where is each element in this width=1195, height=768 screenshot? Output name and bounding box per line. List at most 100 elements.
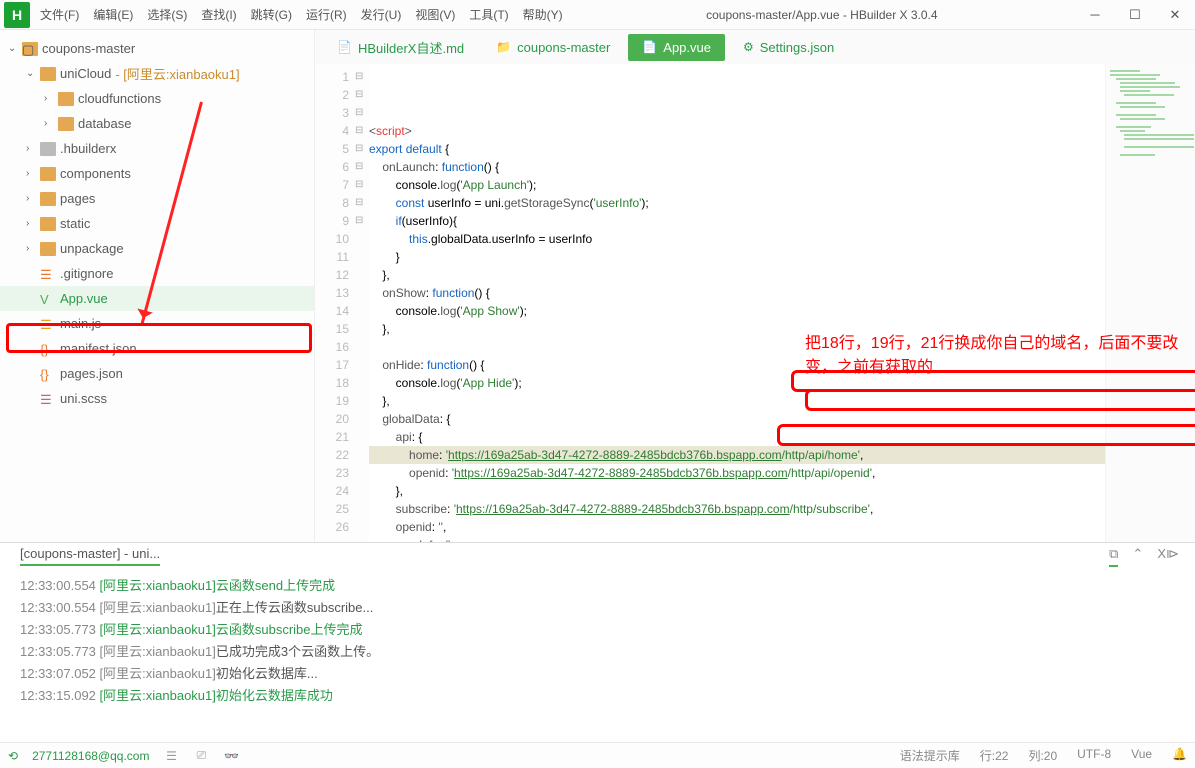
- menu-运行(R)[interactable]: 运行(R): [300, 2, 353, 27]
- tab-label: HBuilderX自述.md: [358, 38, 464, 57]
- tree-label: manifest.json: [60, 341, 137, 356]
- tree-uni.scss[interactable]: ☰ uni.scss: [0, 386, 314, 411]
- tree-pages.json[interactable]: {} pages.json: [0, 361, 314, 386]
- minimap[interactable]: [1105, 64, 1195, 542]
- tree-label: .gitignore: [60, 266, 113, 281]
- cursor-col: 列:20: [1028, 747, 1057, 764]
- tree-label: pages.json: [60, 366, 123, 381]
- tree-label: main.js: [60, 316, 101, 331]
- tab-label: Settings.json: [760, 40, 834, 55]
- user-email[interactable]: 2771128168@qq.com: [32, 749, 149, 763]
- main-menu: 文件(F)编辑(E)选择(S)查找(I)跳转(G)运行(R)发行(U)视图(V)…: [34, 2, 569, 27]
- tree-label: cloudfunctions: [78, 91, 161, 106]
- editor-tabs: 📄HBuilderX自述.md 📁 coupons-master 📄 App.vue ⚙S…: [315, 30, 1195, 64]
- chevron-icon: ›: [26, 143, 36, 154]
- tree-.gitignore[interactable]: ☰ .gitignore: [0, 261, 314, 286]
- status-icon-2[interactable]: ⎚: [193, 748, 209, 763]
- menu-视图(V)[interactable]: 视图(V): [409, 2, 461, 27]
- -icon: {}: [40, 367, 56, 381]
- tab-label: coupons-master: [517, 40, 610, 55]
- unicloud-suffix: - [阿里云:xianbaoku1]: [115, 64, 239, 83]
- encoding[interactable]: UTF-8: [1077, 747, 1111, 764]
- console-collapse-icon[interactable]: ⌃: [1132, 546, 1143, 567]
- tab-App.vue[interactable]: 📄 App.vue: [628, 34, 725, 61]
- menu-编辑(E)[interactable]: 编辑(E): [87, 2, 139, 27]
- chevron-icon: ›: [26, 243, 36, 254]
- tree-unpackage[interactable]: › unpackage: [0, 236, 314, 261]
- log-line: 12:33:00.554 [阿里云:xianbaoku1]正在上传云函数subs…: [20, 597, 1175, 619]
- code-editor[interactable]: 1234567891011121314151617181920212223242…: [315, 64, 1195, 542]
- log-line: 12:33:00.554 [阿里云:xianbaoku1]云函数send上传完成: [20, 575, 1175, 597]
- language-mode[interactable]: Vue: [1131, 747, 1152, 764]
- chevron-icon: ›: [26, 168, 36, 179]
- tab-icon: 📄: [642, 40, 657, 54]
- tree-label: unpackage: [60, 241, 124, 256]
- folder-icon: [40, 167, 56, 181]
- log-line: 12:33:07.052 [阿里云:xianbaoku1]初始化云数据库...: [20, 663, 1175, 685]
- folder-icon: [40, 192, 56, 206]
- project-explorer[interactable]: ⌄ ▢ coupons-master ⌄uniCloud - [阿里云:xianba…: [0, 30, 315, 542]
- folder-icon: [40, 242, 56, 256]
- -icon: ☰: [40, 317, 56, 331]
- maximize-button[interactable]: ☐: [1115, 0, 1155, 30]
- menu-跳转(G)[interactable]: 跳转(G): [245, 2, 298, 27]
- menu-帮助(Y)[interactable]: 帮助(Y): [517, 2, 569, 27]
- tree-cloudfunctions[interactable]: ›cloudfunctions: [0, 86, 314, 111]
- folder-icon: [58, 92, 74, 106]
- tree-pages[interactable]: ›pages: [0, 186, 314, 211]
- tree-uniCloud[interactable]: ⌄uniCloud - [阿里云:xianbaoku1]: [0, 61, 314, 86]
- folder-icon: ▢: [22, 42, 38, 56]
- menu-查找(I)[interactable]: 查找(I): [195, 2, 242, 27]
- minimize-button[interactable]: ─: [1075, 0, 1115, 30]
- console-close-icon[interactable]: X⧐: [1157, 546, 1179, 567]
- -icon: ☰: [40, 392, 56, 406]
- tree-coupons-master[interactable]: ⌄ ▢ coupons-master: [0, 36, 314, 61]
- tree-label: pages: [60, 191, 95, 206]
- tree-manifest.json[interactable]: {} manifest.json: [0, 336, 314, 361]
- tree-label: uni.scss: [60, 391, 107, 406]
- -icon: ☰: [40, 267, 56, 281]
- menu-发行(U)[interactable]: 发行(U): [355, 2, 408, 27]
- bell-icon[interactable]: 🔔: [1172, 747, 1187, 764]
- status-bar: ⟲ 2771128168@qq.com ☰ ⎚ 👓 语法提示库 行:22 列:2…: [0, 742, 1195, 768]
- console-panel: [coupons-master] - uni... ⧉ ⌃ X⧐ 12:33:0…: [0, 542, 1195, 742]
- tab-label: App.vue: [663, 40, 711, 55]
- menu-工具(T)[interactable]: 工具(T): [463, 2, 514, 27]
- console-tabs[interactable]: [coupons-master] - uni... ⧉ ⌃ X⧐: [0, 543, 1195, 569]
- menu-文件(F)[interactable]: 文件(F): [34, 2, 85, 27]
- sync-icon[interactable]: ⟲: [8, 749, 18, 763]
- cursor-line: 行:22: [980, 747, 1009, 764]
- tab-Settings.json[interactable]: ⚙Settings.json: [729, 34, 848, 61]
- tab-coupons-master[interactable]: 📁 coupons-master: [482, 34, 624, 61]
- tree-label: database: [78, 116, 132, 131]
- chevron-icon: ›: [44, 118, 54, 129]
- console-tab-active[interactable]: [coupons-master] - uni...: [20, 546, 160, 566]
- tree-components[interactable]: ›components: [0, 161, 314, 186]
- tree-App.vue[interactable]: VApp.vue: [0, 286, 314, 311]
- tree-database[interactable]: › database: [0, 111, 314, 136]
- tab-icon: 📁: [496, 40, 511, 54]
- status-icon-1[interactable]: ☰: [163, 749, 179, 763]
- log-line: 12:33:05.773 [阿里云:xianbaoku1]已成功完成3个云函数上…: [20, 641, 1175, 663]
- console-external-icon[interactable]: ⧉: [1109, 546, 1118, 567]
- menu-选择(S)[interactable]: 选择(S): [141, 2, 193, 27]
- folder-grey-icon: [40, 142, 56, 156]
- app-logo: H: [4, 2, 30, 28]
- annotation-text: 把18行，19行，21行换成你自己的域名，后面不要改变，之前有获取的: [805, 329, 1195, 377]
- tree-label: coupons-master: [42, 41, 135, 56]
- -icon: {}: [40, 342, 56, 356]
- log-line: 12:33:05.773 [阿里云:xianbaoku1]云函数subscrib…: [20, 619, 1175, 641]
- chevron-icon: ⌄: [8, 43, 18, 54]
- tree-main.js[interactable]: ☰ main.js: [0, 311, 314, 336]
- tree-label: .hbuilderx: [60, 141, 116, 156]
- tree-label: static: [60, 216, 90, 231]
- close-button[interactable]: ✕: [1155, 0, 1195, 30]
- syntax-hint[interactable]: 语法提示库: [900, 747, 960, 764]
- tree-static[interactable]: ›static: [0, 211, 314, 236]
- tree-.hbuilderx[interactable]: › .hbuilderx: [0, 136, 314, 161]
- tab-HBuilderX自述.md[interactable]: 📄HBuilderX自述.md: [323, 32, 478, 63]
- chevron-icon: ⌄: [26, 68, 36, 79]
- status-icon-3[interactable]: 👓: [223, 749, 239, 763]
- log-line: 12:33:15.092 [阿里云:xianbaoku1]初始化云数据库成功: [20, 685, 1175, 707]
- window-title: coupons-master/App.vue - HBuilder X 3.0.…: [569, 8, 1075, 22]
